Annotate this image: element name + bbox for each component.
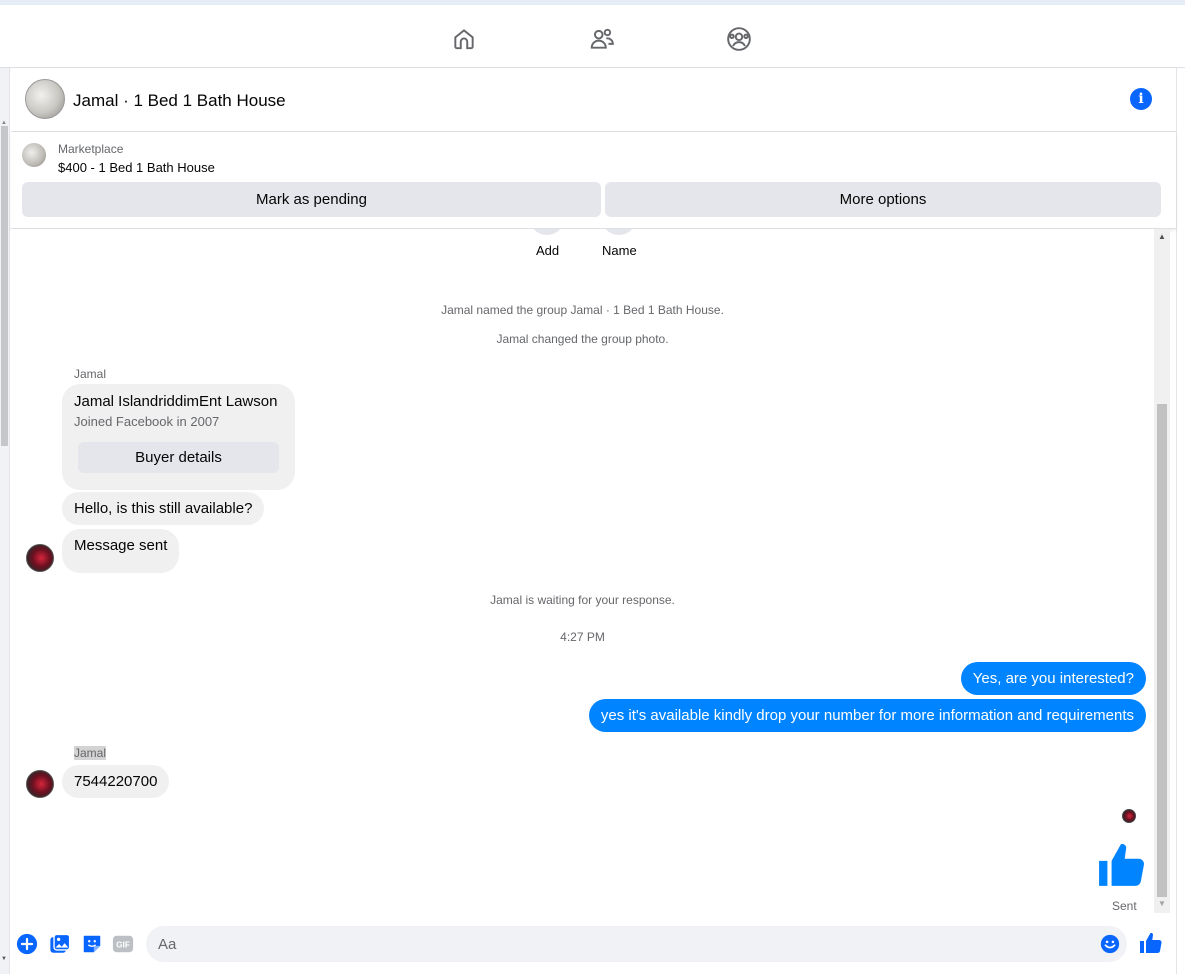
chat-header: Jamal · 1 Bed 1 Bath House i xyxy=(11,68,1176,132)
waiting-notice: Jamal is waiting for your response. xyxy=(490,593,675,607)
outgoing-message[interactable]: yes it's available kindly drop your numb… xyxy=(588,699,1146,732)
scroll-down-icon[interactable]: ▼ xyxy=(1,956,7,962)
emoji-icon[interactable] xyxy=(1100,934,1120,954)
buyer-joined: Joined Facebook in 2007 xyxy=(74,414,220,429)
message-input[interactable] xyxy=(146,926,1127,962)
friends-icon[interactable] xyxy=(584,21,620,57)
add-label[interactable]: Add xyxy=(536,243,559,258)
scroll-down-icon[interactable]: ▼ xyxy=(1158,899,1166,908)
chat-title[interactable]: Jamal · 1 Bed 1 Bath House xyxy=(73,91,286,111)
home-icon[interactable] xyxy=(446,21,482,57)
add-people-icon[interactable] xyxy=(529,229,565,235)
buyer-details-button[interactable]: Buyer details xyxy=(78,442,279,473)
incoming-message[interactable]: Message sent xyxy=(62,529,180,573)
sender-avatar[interactable] xyxy=(26,544,54,572)
sent-status: Sent xyxy=(1112,899,1137,913)
marketplace-banner: Marketplace $400 - 1 Bed 1 Bath House Ma… xyxy=(11,132,1176,229)
sender-name: Jamal xyxy=(74,746,107,760)
group-avatar[interactable] xyxy=(25,79,65,119)
mark-as-pending-button[interactable]: Mark as pending xyxy=(22,182,601,217)
sender-name: Jamal xyxy=(74,367,107,381)
left-scrollbar-thumb[interactable] xyxy=(1,126,8,446)
incoming-message[interactable]: 7544220700 xyxy=(62,765,170,798)
message-composer: GIF xyxy=(11,913,1176,974)
like-sent-icon[interactable] xyxy=(1097,839,1147,891)
buyer-name: Jamal IslandriddimEnt Lawson xyxy=(74,393,278,410)
photo-icon[interactable] xyxy=(49,933,71,955)
system-message: Jamal changed the group photo. xyxy=(496,332,669,346)
outgoing-message[interactable]: Yes, are you interested? xyxy=(960,662,1146,695)
right-edge xyxy=(1176,68,1185,974)
left-scrollbar[interactable]: ▲ ▼ xyxy=(0,68,10,974)
top-navigation xyxy=(0,5,1185,68)
sender-avatar[interactable] xyxy=(26,770,54,798)
seen-avatar xyxy=(1122,809,1136,823)
buyer-card: Jamal IslandriddimEnt Lawson Joined Face… xyxy=(62,384,295,490)
marketplace-label: Marketplace xyxy=(58,142,124,156)
name-group-icon[interactable] xyxy=(601,229,637,235)
system-message: Jamal named the group Jamal · 1 Bed 1 Ba… xyxy=(441,303,724,317)
listing-title[interactable]: $400 - 1 Bed 1 Bath House xyxy=(58,160,215,175)
thread-scrollbar[interactable]: ▲ ▼ xyxy=(1154,229,1170,913)
plus-icon[interactable] xyxy=(16,933,38,955)
gif-icon[interactable]: GIF xyxy=(112,933,134,955)
listing-thumbnail[interactable] xyxy=(22,143,46,167)
scroll-up-icon[interactable]: ▲ xyxy=(1158,232,1166,241)
more-options-button[interactable]: More options xyxy=(605,182,1161,217)
name-label[interactable]: Name xyxy=(602,243,637,258)
groups-icon[interactable] xyxy=(721,21,757,57)
sticker-icon[interactable] xyxy=(81,933,103,955)
message-thread: Add Name Jamal named the group Jamal · 1… xyxy=(11,229,1154,913)
info-icon[interactable]: i xyxy=(1130,88,1152,110)
thread-scrollbar-thumb[interactable] xyxy=(1157,404,1167,897)
gif-label: GIF xyxy=(116,941,130,950)
like-icon[interactable] xyxy=(1139,931,1163,955)
timestamp: 4:27 PM xyxy=(560,630,605,644)
incoming-message[interactable]: Hello, is this still available? xyxy=(62,492,265,525)
